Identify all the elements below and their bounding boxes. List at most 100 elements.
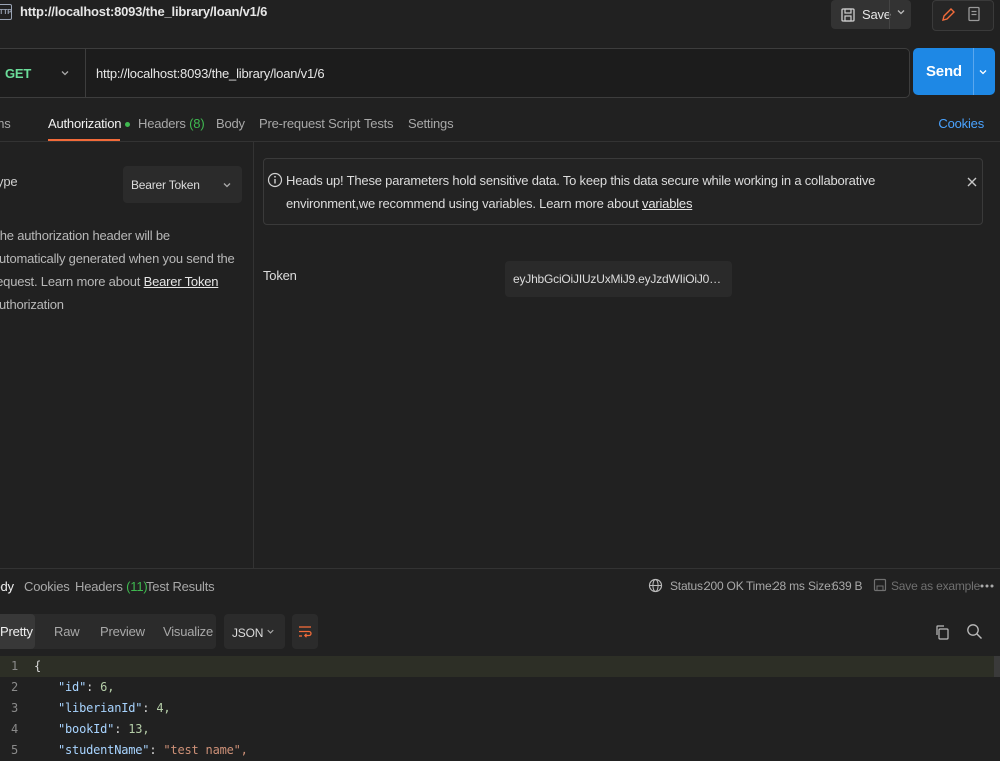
line-number: 3 — [10, 701, 18, 715]
save-label: Save — [862, 7, 891, 22]
notice-body: Heads up! These parameters hold sensitiv… — [286, 173, 876, 211]
divider — [0, 141, 1000, 142]
code-text: "id": 6, — [58, 680, 115, 694]
json-value: 4, — [156, 701, 171, 715]
auth-type-value: Bearer Token — [131, 178, 200, 192]
status-value[interactable]: 200 OK — [704, 579, 744, 593]
tab-tests[interactable]: Tests — [364, 116, 394, 131]
json-key: "liberianId" — [58, 701, 143, 715]
document-icon[interactable] — [965, 5, 983, 23]
chevron-down-icon[interactable] — [895, 6, 907, 18]
response-divider — [0, 568, 1000, 569]
json-key: "id" — [58, 680, 87, 694]
code-line: 2 "id": 6, — [0, 677, 1000, 698]
tab-body[interactable]: Body — [216, 116, 245, 131]
response-tab-headers[interactable]: Headers (11) — [75, 579, 148, 594]
view-tab-visualize[interactable]: Visualize — [163, 624, 213, 639]
auth-help-part2: authorization — [0, 297, 64, 312]
url-bar: GET http://localhost:8093/the_library/lo… — [0, 48, 910, 98]
auth-type-label: Type — [0, 174, 18, 189]
headers-count: (8) — [189, 116, 205, 131]
response-tab-body[interactable]: Body — [0, 579, 14, 594]
code-text: "liberianId": 4, — [58, 701, 171, 715]
response-headers-label: Headers — [75, 579, 123, 594]
save-divider — [889, 0, 890, 29]
sensitive-data-notice: Heads up! These parameters hold sensitiv… — [263, 158, 983, 225]
auth-help-text: The authorization header will be automat… — [0, 224, 237, 316]
tab-prerequest-script[interactable]: Pre-request Script — [259, 116, 360, 131]
copy-icon[interactable] — [934, 624, 950, 640]
globe-icon[interactable] — [648, 578, 663, 593]
send-label: Send — [926, 63, 962, 80]
cookies-link[interactable]: Cookies — [938, 116, 984, 131]
response-headers-count: (11) — [126, 579, 148, 594]
view-tab-pretty[interactable]: Pretty — [0, 624, 33, 639]
more-icon[interactable] — [980, 584, 994, 588]
code-line: 4 "bookId": 13, — [0, 719, 1000, 740]
code-line: 1 { — [0, 656, 1000, 677]
notice-text: Heads up! These parameters hold sensitiv… — [286, 169, 946, 215]
auth-type-select[interactable]: Bearer Token — [123, 166, 242, 203]
scrollbar[interactable] — [994, 656, 1000, 677]
send-button[interactable]: Send — [913, 48, 995, 95]
request-title[interactable]: http://localhost:8093/the_library/loan/v… — [20, 4, 267, 19]
line-number: 1 — [10, 659, 18, 673]
close-icon[interactable] — [965, 175, 979, 189]
chevron-down-icon — [267, 629, 274, 634]
format-value: JSON — [232, 626, 264, 640]
url-input[interactable]: http://localhost:8093/the_library/loan/v… — [96, 66, 325, 81]
size-value[interactable]: 639 B — [832, 579, 863, 593]
chevron-down-icon[interactable] — [59, 67, 71, 79]
code-text: "bookId": 13, — [58, 722, 150, 736]
active-dot — [125, 122, 131, 128]
format-select[interactable]: JSON — [224, 614, 285, 649]
sidebar-toggle-group — [932, 0, 994, 31]
pencil-icon[interactable] — [939, 6, 957, 24]
tab-headers[interactable]: Headers (8) — [138, 116, 205, 131]
save-icon — [873, 578, 887, 592]
json-value: 13, — [128, 722, 150, 736]
wrap-lines-button[interactable] — [292, 614, 318, 649]
line-number: 5 — [10, 743, 18, 757]
token-value: eyJhbGciOiJIUzUxMiJ9.eyJzdWIiOiJ0ckBnbWF… — [513, 272, 725, 286]
tab-params[interactable]: Params — [0, 116, 11, 131]
bearer-token-link[interactable]: Bearer Token — [144, 274, 219, 289]
code-text: { — [34, 659, 42, 673]
line-number: 2 — [10, 680, 18, 694]
save-as-example-button[interactable]: Save as example — [891, 579, 980, 593]
token-input[interactable]: eyJhbGciOiJIUzUxMiJ9.eyJzdWIiOiJ0ckBnbWF… — [505, 261, 732, 297]
code-line: 3 "liberianId": 4, — [0, 698, 1000, 719]
title-bar: HTTP http://localhost:8093/the_library/l… — [0, 0, 1000, 44]
wrap-lines-icon — [299, 626, 312, 638]
method-select[interactable]: GET — [5, 66, 31, 81]
tab-settings[interactable]: Settings — [408, 116, 454, 131]
view-tab-raw[interactable]: Raw — [54, 624, 80, 639]
save-icon — [841, 7, 855, 22]
json-value: "test name", — [163, 743, 248, 757]
response-tab-cookies[interactable]: Cookies — [24, 579, 70, 594]
tab-headers-label: Headers — [138, 116, 186, 131]
view-tab-preview[interactable]: Preview — [100, 624, 145, 639]
response-view-tabs: Pretty Raw Preview Visualize — [0, 614, 216, 649]
token-label: Token — [263, 268, 297, 283]
url-divider — [85, 49, 86, 97]
chevron-down-icon[interactable] — [977, 66, 989, 78]
send-divider — [973, 48, 974, 95]
tab-authorization[interactable]: Authorization — [48, 116, 131, 131]
json-key: "studentName" — [58, 743, 150, 757]
response-tab-test-results[interactable]: Test Results — [146, 579, 215, 594]
response-body-editor[interactable]: 1 { 2 "id": 6, 3 "liberianId": 4, 4 "boo… — [0, 656, 1000, 757]
status-label: Status: — [670, 579, 706, 593]
size-label: Size: — [808, 579, 834, 593]
info-icon — [267, 172, 283, 188]
time-value[interactable]: 28 ms — [773, 579, 805, 593]
panel-divider — [253, 142, 254, 568]
json-key: "bookId" — [58, 722, 115, 736]
time-label: Time: — [746, 579, 775, 593]
save-button[interactable]: Save — [831, 0, 911, 29]
json-value: 6, — [100, 680, 115, 694]
code-text: "studentName": "test name", — [58, 743, 248, 757]
variables-link[interactable]: variables — [642, 196, 692, 211]
search-icon[interactable] — [966, 623, 983, 640]
chevron-down-icon — [223, 183, 231, 188]
